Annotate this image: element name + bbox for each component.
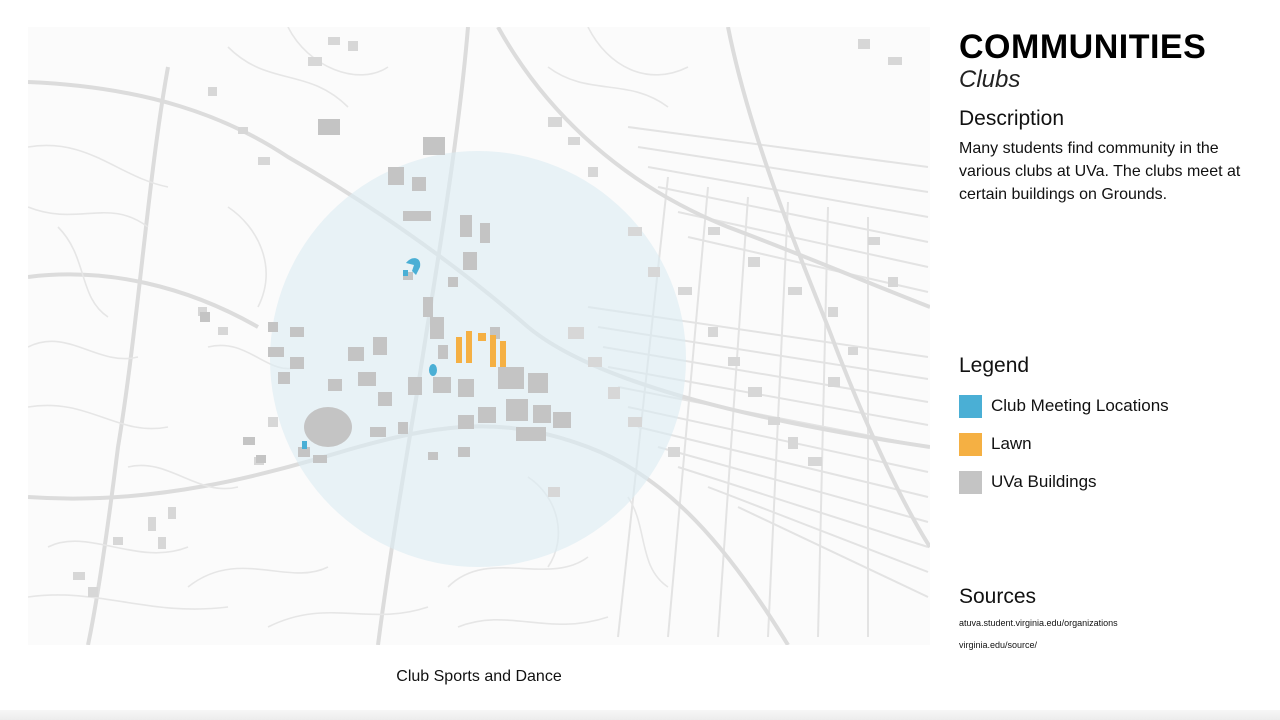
campus-map <box>28 27 930 645</box>
club-location-central <box>429 364 437 376</box>
description-heading: Description <box>959 107 1065 130</box>
lawn-west-pavilions <box>466 331 472 363</box>
bottom-bar <box>0 710 1280 720</box>
legend-heading: Legend <box>959 354 1030 377</box>
lawn-east-range <box>500 341 506 367</box>
source-link[interactable]: atuva.student.virginia.edu/organizations <box>959 617 1118 639</box>
legend: Club Meeting Locations Lawn UVa Building… <box>959 393 1169 507</box>
stadium <box>304 407 352 447</box>
map-caption: Club Sports and Dance <box>396 668 562 685</box>
source-link[interactable]: virginia.edu/source/ <box>959 639 1118 661</box>
legend-label: Lawn <box>991 434 1032 453</box>
lawn-east-pavilions <box>490 335 496 367</box>
legend-swatch-gray <box>959 470 982 494</box>
buffer-zone <box>270 151 686 567</box>
club-location-south <box>302 441 307 449</box>
legend-label: UVa Buildings <box>991 472 1097 491</box>
sources-list: atuva.student.virginia.edu/organizations… <box>959 617 1118 661</box>
lawn-west-range <box>456 337 462 363</box>
legend-label: Club Meeting Locations <box>991 396 1169 415</box>
rotunda <box>478 333 486 341</box>
page-subtitle: Clubs <box>959 66 1021 93</box>
club-location-north-2 <box>403 270 408 276</box>
legend-item-club-locations: Club Meeting Locations <box>959 393 1169 419</box>
map-area <box>28 27 930 645</box>
legend-item-buildings: UVa Buildings <box>959 469 1169 495</box>
legend-item-lawn: Lawn <box>959 431 1169 457</box>
legend-swatch-blue <box>959 394 982 418</box>
sources-heading: Sources <box>959 585 1037 608</box>
legend-swatch-orange <box>959 432 982 456</box>
description-text: Many students find community in the vari… <box>959 140 1241 203</box>
page-title: COMMUNITIES <box>959 28 1207 66</box>
